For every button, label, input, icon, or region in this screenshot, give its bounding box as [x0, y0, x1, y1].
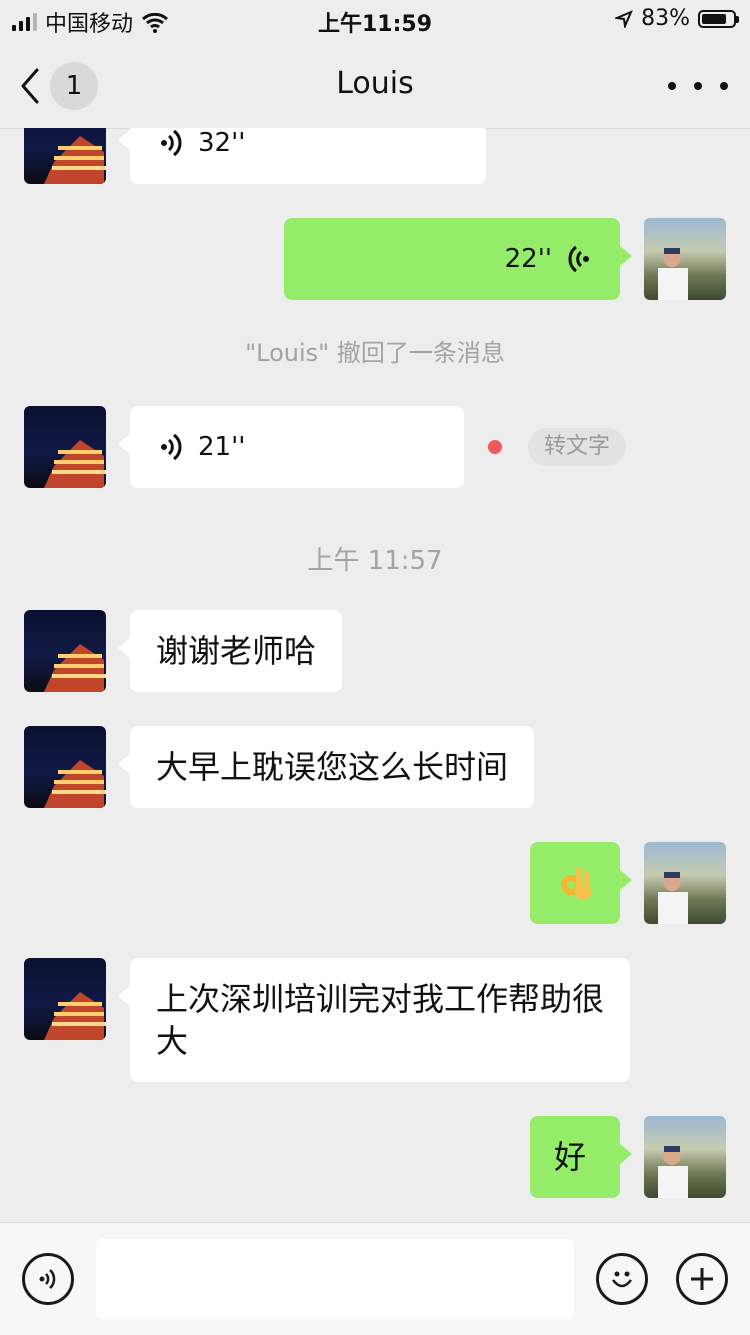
voice-wave-icon [568, 245, 589, 273]
chat-title: Louis [336, 66, 414, 101]
text-message-bubble[interactable]: 谢谢老师哈 [117, 610, 343, 692]
contact-avatar[interactable] [24, 406, 106, 488]
more-options-button[interactable] [668, 66, 728, 106]
recall-notice: "Louis" 撤回了一条消息 [245, 339, 505, 367]
input-bar [0, 1222, 750, 1335]
voice-wave-icon [161, 433, 182, 461]
voice-message-bubble[interactable]: 21'' [118, 406, 464, 488]
voice-message-bubble[interactable]: 32'' [118, 128, 486, 184]
emoji-message-bubble[interactable] [530, 842, 632, 924]
my-avatar[interactable] [644, 842, 726, 924]
location-arrow-icon [615, 9, 633, 28]
text-message-bubble[interactable]: 上次深圳培训完对我工作帮助很大 [118, 958, 630, 1082]
voice-duration: 22'' [504, 244, 552, 274]
voice-duration: 32'' [198, 128, 246, 158]
unplayed-dot [488, 440, 502, 454]
text-message-bubble[interactable]: 大早上耽误您这么长时间 [117, 726, 535, 808]
contact-avatar[interactable] [24, 726, 106, 808]
more-dot-icon [694, 82, 702, 90]
contact-avatar[interactable] [24, 128, 106, 184]
more-dot-icon [668, 82, 676, 90]
chat-area[interactable]: 32'' 22'' "Louis" 撤回了一条消息 21'' 转文字 上午 11… [0, 128, 750, 1222]
ok-hand-emoji-icon [561, 867, 591, 899]
more-functions-button[interactable] [676, 1253, 728, 1305]
timestamp: 上午 11:57 [307, 546, 443, 576]
transcribe-button[interactable]: 转文字 [528, 428, 627, 466]
voice-duration: 21'' [198, 432, 246, 462]
voice-wave-icon [161, 129, 182, 157]
emoji-button[interactable] [596, 1253, 648, 1305]
nav-bar: 1 Louis [0, 44, 750, 129]
my-avatar[interactable] [644, 1116, 726, 1198]
my-avatar[interactable] [644, 218, 726, 300]
voice-message-bubble[interactable]: 22'' [284, 218, 632, 300]
plus-icon [691, 1268, 713, 1290]
emoji-icon [612, 1271, 632, 1288]
contact-avatar[interactable] [24, 958, 106, 1040]
battery-percent: 83% [641, 6, 690, 31]
text-message-bubble[interactable]: 好 [530, 1116, 632, 1198]
more-dot-icon [720, 82, 728, 90]
voice-mode-button[interactable] [22, 1253, 74, 1305]
status-bar: 中国移动 上午11:59 83% [0, 0, 750, 44]
voice-mode-icon [39, 1269, 56, 1289]
status-bar-right: 83% [615, 6, 739, 31]
message-input[interactable] [96, 1239, 574, 1319]
battery-icon [698, 9, 739, 28]
contact-avatar[interactable] [24, 610, 106, 692]
